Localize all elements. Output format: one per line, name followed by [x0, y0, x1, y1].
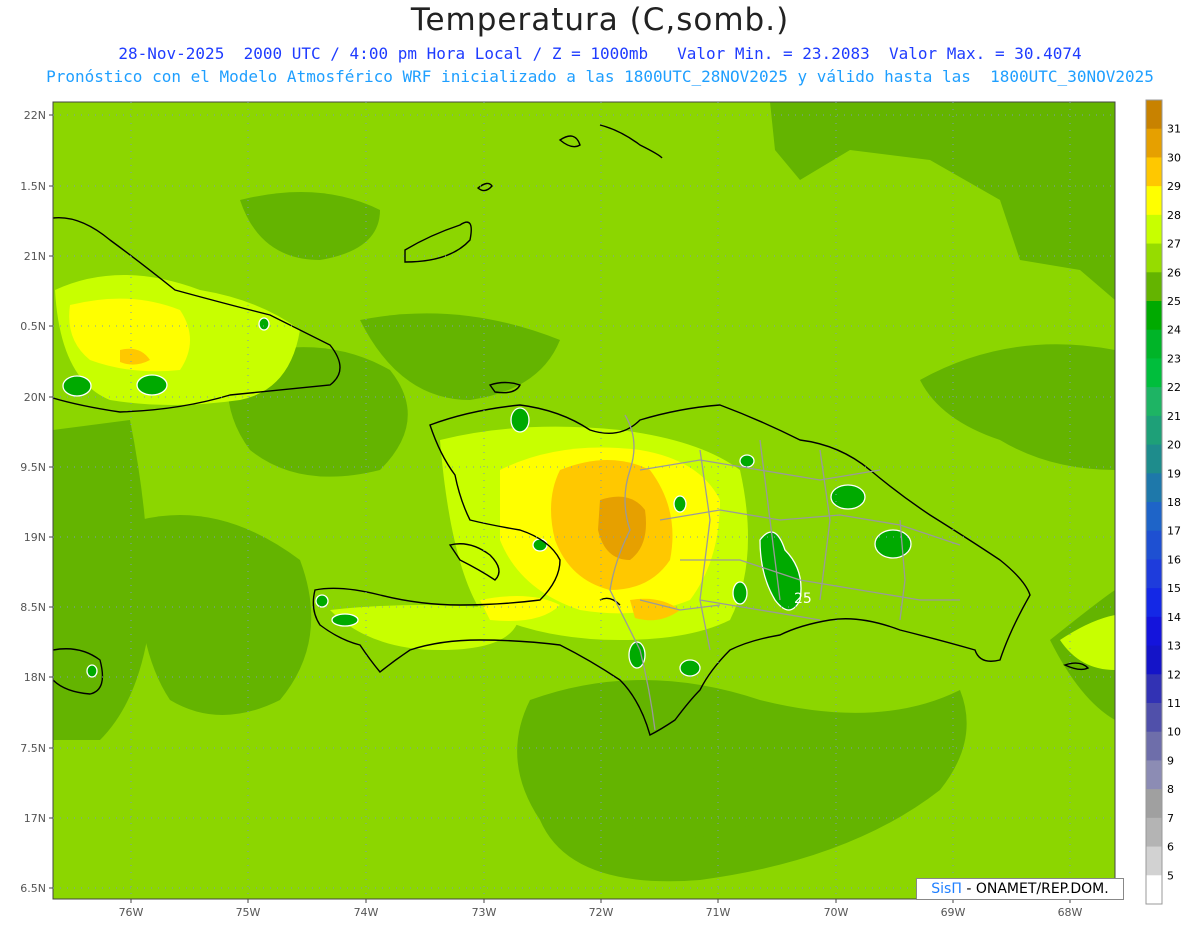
- colorbar-label: 26: [1167, 266, 1181, 279]
- lat-tick-label: 1.5N: [20, 180, 46, 193]
- credit-box: SisΠ - ONAMET/REP.DOM.: [916, 878, 1124, 900]
- credit-prefix: SisΠ: [931, 881, 962, 897]
- colorbar-label: 28: [1167, 209, 1181, 222]
- colorbar-swatch: [1146, 415, 1162, 446]
- colorbar-label: 11: [1167, 697, 1181, 710]
- colorbar-label: 14: [1167, 611, 1181, 624]
- colorbar-swatch: [1146, 157, 1162, 187]
- colorbar-swatch: [1146, 875, 1162, 905]
- colorbar-swatch: [1146, 703, 1162, 733]
- lat-tick-label: 19N: [24, 531, 46, 544]
- credit-text: - ONAMET/REP.DOM.: [961, 881, 1109, 897]
- colorbar-label: 10: [1167, 726, 1181, 739]
- colorbar-swatch: [1146, 128, 1162, 158]
- colorbar-label: 18: [1167, 496, 1181, 509]
- lat-tick-label: 0.5N: [20, 320, 46, 333]
- colorbar-swatch: [1146, 559, 1162, 589]
- colorbar: 31 30 29 28 27 26 25 24 23 22 21 20 19 18 17 16 15 14 13 12…: [1145, 99, 1181, 905]
- colorbar-swatch: [1146, 387, 1162, 417]
- colorbar-swatch: [1146, 616, 1162, 647]
- colorbar-swatch: [1146, 100, 1162, 130]
- colorbar-swatch: [1146, 645, 1162, 675]
- lon-tick-label: 68W: [1058, 906, 1083, 919]
- colorbar-label: 8: [1167, 783, 1174, 796]
- lon-tick-label: 72W: [589, 906, 614, 919]
- colorbar-label: 24: [1167, 324, 1181, 337]
- colorbar-label: 19: [1167, 467, 1181, 480]
- colorbar-swatch: [1146, 473, 1162, 503]
- colorbar-label: 5: [1167, 869, 1174, 882]
- colorbar-swatch: [1146, 789, 1162, 819]
- lat-tick-label: 20N: [24, 391, 46, 404]
- colorbar-swatch: [1146, 301, 1162, 331]
- contour-label: 25: [794, 591, 812, 607]
- colorbar-swatch: [1146, 444, 1162, 474]
- colorbar-swatch: [1146, 731, 1162, 761]
- colorbar-swatch: [1146, 674, 1162, 704]
- latitude-axis: 22N 1.5N 21N 0.5N 20N 9.5N 19N 8.5N 18N 7.5N 17N 6.…: [20, 109, 53, 895]
- colorbar-label: 9: [1167, 754, 1174, 767]
- lat-tick-label: 21N: [24, 250, 46, 263]
- colorbar-label: 25: [1167, 295, 1181, 308]
- colorbar-swatch: [1146, 817, 1162, 848]
- colorbar-label: 15: [1167, 582, 1181, 595]
- colorbar-label: 13: [1167, 640, 1181, 653]
- colorbar-label: 20: [1167, 439, 1181, 452]
- lon-tick-label: 69W: [941, 906, 966, 919]
- colorbar-label: 7: [1167, 812, 1174, 825]
- lon-tick-label: 73W: [472, 906, 497, 919]
- lon-tick-label: 70W: [824, 906, 849, 919]
- lat-tick-label: 9.5N: [20, 461, 46, 474]
- lat-tick-label: 8.5N: [20, 601, 46, 614]
- colorbar-label: 12: [1167, 668, 1181, 681]
- colorbar-label: 21: [1167, 410, 1181, 423]
- colorbar-swatch: [1146, 214, 1162, 245]
- lat-tick-label: 18N: [24, 671, 46, 684]
- colorbar-label: 29: [1167, 180, 1181, 193]
- colorbar-label: 22: [1167, 381, 1181, 394]
- lat-tick-label: 17N: [24, 812, 46, 825]
- colorbar-swatch: [1146, 329, 1162, 359]
- colorbar-swatch: [1146, 272, 1162, 302]
- colorbar-swatch: [1146, 530, 1162, 560]
- colorbar-label: 16: [1167, 553, 1181, 566]
- colorbar-label: 31: [1167, 123, 1181, 136]
- lat-tick-label: 6.5N: [20, 882, 46, 895]
- colorbar-swatch: [1146, 588, 1162, 618]
- colorbar-label: 6: [1167, 841, 1174, 854]
- colorbar-label: 23: [1167, 352, 1181, 365]
- colorbar-swatch: [1146, 760, 1162, 790]
- temperature-map: 25 22N 1.5N 21N 0.5N 20N 9.5N 19N 8.5N 18N 7.5N 17…: [20, 99, 1181, 919]
- colorbar-label: 17: [1167, 525, 1181, 538]
- colorbar-swatch: [1146, 243, 1162, 273]
- lon-tick-label: 71W: [706, 906, 731, 919]
- lon-tick-label: 74W: [354, 906, 379, 919]
- longitude-axis: 76W 75W 74W 73W 72W 71W 70W 69W 68W: [119, 899, 1083, 919]
- colorbar-swatch: [1146, 186, 1162, 216]
- colorbar-label: 27: [1167, 238, 1181, 251]
- colorbar-label: 30: [1167, 151, 1181, 164]
- lon-tick-label: 76W: [119, 906, 144, 919]
- lat-tick-label: 7.5N: [20, 742, 46, 755]
- colorbar-swatch: [1146, 358, 1162, 388]
- lon-tick-label: 75W: [236, 906, 261, 919]
- colorbar-swatch: [1146, 502, 1162, 532]
- colorbar-swatch: [1146, 846, 1162, 876]
- lat-tick-label: 22N: [24, 109, 46, 122]
